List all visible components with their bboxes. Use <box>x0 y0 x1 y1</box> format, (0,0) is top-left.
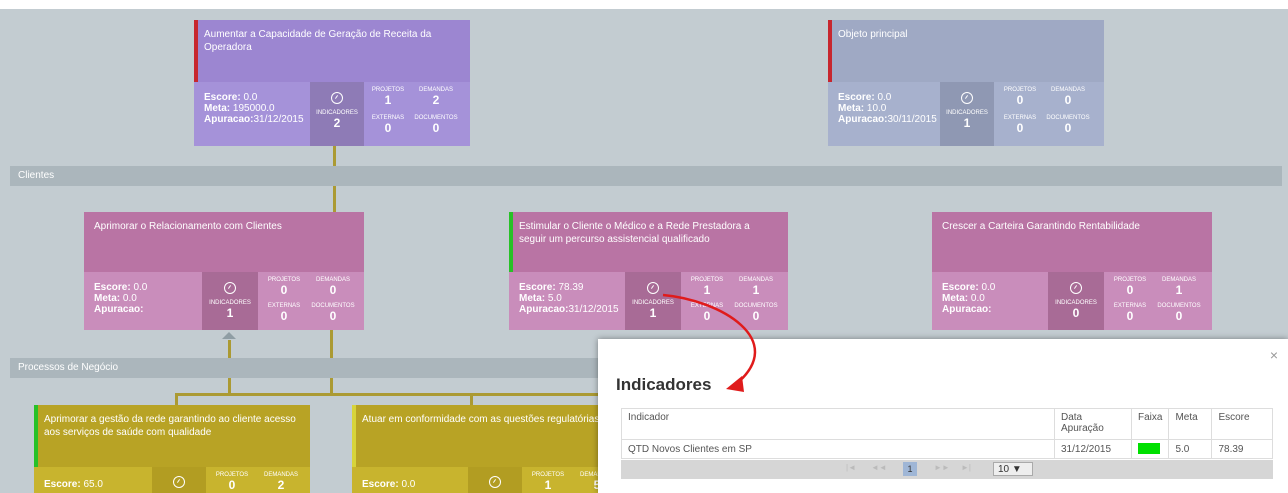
connector-line <box>470 393 473 405</box>
column-header-indicador[interactable]: Indicador <box>621 408 1055 440</box>
documents-count[interactable]: DOCUMENTOS 0 <box>1154 302 1204 322</box>
clock-icon <box>489 476 501 488</box>
objective-stats: Escore: 0.0 Meta: 0.0 Apuracao: <box>94 282 148 315</box>
objective-card[interactable]: Aprimorar o Relacionamento com Clientes … <box>84 212 364 330</box>
external-count[interactable]: EXTERNAS 0 <box>262 302 306 322</box>
connector-line <box>228 393 600 396</box>
external-count[interactable]: EXTERNAS 0 <box>1108 302 1152 322</box>
objective-stats: Escore: 0.0 Meta: 10.0 Apuracao:30/11/20… <box>838 92 937 125</box>
projects-count[interactable]: PROJETOS 1 <box>526 471 570 491</box>
documents-count[interactable]: DOCUMENTOS 0 <box>1044 114 1092 134</box>
projects-count[interactable]: PROJETOS 1 <box>685 276 729 296</box>
pagination: |◄ ◄◄ 1 ►► ►| 10 ▼ <box>621 460 1273 479</box>
current-page[interactable]: 1 <box>903 462 917 476</box>
indicators-button[interactable]: INDICADORES 1 <box>202 272 258 330</box>
demands-count[interactable]: DEMANDAS 0 <box>308 276 358 296</box>
clock-icon <box>647 282 659 294</box>
clock-icon <box>224 282 236 294</box>
objective-card[interactable]: Aprimorar a gestão da rede garantindo ao… <box>34 405 310 493</box>
indicators-button[interactable] <box>468 467 522 493</box>
prev-page-button[interactable]: ◄◄ <box>871 463 887 472</box>
indicator-escore: 78.39 <box>1211 439 1273 459</box>
objective-card[interactable]: Atuar em conformidade com as questões re… <box>352 405 628 493</box>
top-bar <box>0 0 1288 9</box>
indicators-button[interactable]: INDICADORES 2 <box>310 82 364 146</box>
external-count[interactable]: EXTERNAS 0 <box>366 114 410 134</box>
page-size-select[interactable]: 10 ▼ <box>993 462 1033 476</box>
objective-title: Estimular o Cliente o Médico e a Rede Pr… <box>519 221 750 245</box>
demands-count[interactable]: DEMANDAS 1 <box>1154 276 1204 296</box>
demands-count[interactable]: DEMANDAS 2 <box>256 471 306 491</box>
objective-title: Aumentar a Capacidade de Geração de Rece… <box>204 29 432 53</box>
clock-icon <box>1070 282 1082 294</box>
objective-stats: Escore: 78.39 Meta: 5.0 Apuracao:31/12/2… <box>519 282 619 315</box>
external-count[interactable]: EXTERNAS 0 <box>998 114 1042 134</box>
documents-count[interactable]: DOCUMENTOS 0 <box>308 302 358 322</box>
documents-count[interactable]: DOCUMENTOS 0 <box>412 114 460 134</box>
clock-icon <box>961 92 973 104</box>
objective-card[interactable]: Crescer a Carteira Garantindo Rentabilid… <box>932 212 1212 330</box>
connector-line <box>175 393 231 396</box>
objective-card[interactable]: Aumentar a Capacidade de Geração de Rece… <box>194 20 470 146</box>
indicators-button[interactable]: INDICADORES 0 <box>1048 272 1104 330</box>
objective-stats: Escore: 0.0 Meta: 195000.0 Apuracao:31/1… <box>204 92 304 125</box>
column-header-data[interactable]: Data Apuração <box>1054 408 1132 440</box>
first-page-button[interactable]: |◄ <box>846 463 856 472</box>
projects-count[interactable]: PROJETOS 0 <box>262 276 306 296</box>
objective-title: Crescer a Carteira Garantindo Rentabilid… <box>942 221 1140 232</box>
column-header-meta[interactable]: Meta <box>1168 408 1213 440</box>
indicators-modal: × Indicadores Indicador Data Apuração Fa… <box>598 339 1288 493</box>
objective-stats: Escore: 0.0 Meta: 0.0 Apuracao: <box>942 282 996 315</box>
demands-count[interactable]: DEMANDAS 0 <box>1044 86 1092 106</box>
band-clientes: Clientes <box>10 166 1282 186</box>
table-row[interactable]: QTD Novos Clientes em SP 31/12/2015 5.0 … <box>621 439 1273 459</box>
last-page-button[interactable]: ►| <box>961 463 971 472</box>
clock-icon <box>173 476 185 488</box>
objective-title: Aprimorar a gestão da rede garantindo ao… <box>44 414 296 438</box>
external-count[interactable]: EXTERNAS 0 <box>685 302 729 322</box>
projects-count[interactable]: PROJETOS 0 <box>1108 276 1152 296</box>
objective-title: Atuar em conformidade com as questões re… <box>362 414 600 425</box>
projects-count[interactable]: PROJETOS 1 <box>366 86 410 106</box>
projects-count[interactable]: PROJETOS 0 <box>210 471 254 491</box>
connector-arrow <box>222 332 236 339</box>
objective-stats: Escore: 65.0 <box>44 479 103 490</box>
objective-title: Aprimorar o Relacionamento com Clientes <box>94 221 282 232</box>
demands-count[interactable]: DEMANDAS 2 <box>412 86 460 106</box>
indicators-button[interactable]: INDICADORES 1 <box>940 82 994 146</box>
projects-count[interactable]: PROJETOS 0 <box>998 86 1042 106</box>
indicator-meta: 5.0 <box>1168 439 1213 459</box>
next-page-button[interactable]: ►► <box>934 463 950 472</box>
documents-count[interactable]: DOCUMENTOS 0 <box>731 302 781 322</box>
indicators-button[interactable]: INDICADORES 1 <box>625 272 681 330</box>
indicators-button[interactable] <box>152 467 206 493</box>
modal-title: Indicadores <box>616 375 712 394</box>
objective-stats: Escore: 0.0 <box>362 479 416 490</box>
clock-icon <box>331 92 343 104</box>
demands-count[interactable]: DEMANDAS 1 <box>731 276 781 296</box>
column-header-escore[interactable]: Escore <box>1211 408 1273 440</box>
indicators-table: Indicador Data Apuração Faixa Meta Escor… <box>621 408 1273 459</box>
indicator-date: 31/12/2015 <box>1054 439 1132 459</box>
column-header-faixa[interactable]: Faixa <box>1130 408 1170 440</box>
indicator-faixa <box>1130 439 1170 459</box>
objective-card[interactable]: Estimular o Cliente o Médico e a Rede Pr… <box>509 212 788 330</box>
close-icon[interactable]: × <box>1270 347 1278 363</box>
objective-card[interactable]: Objeto principal Escore: 0.0 Meta: 10.0 … <box>828 20 1104 146</box>
objective-title: Objeto principal <box>838 29 908 40</box>
indicator-name: QTD Novos Clientes em SP <box>621 439 1055 459</box>
faixa-swatch <box>1138 443 1160 455</box>
